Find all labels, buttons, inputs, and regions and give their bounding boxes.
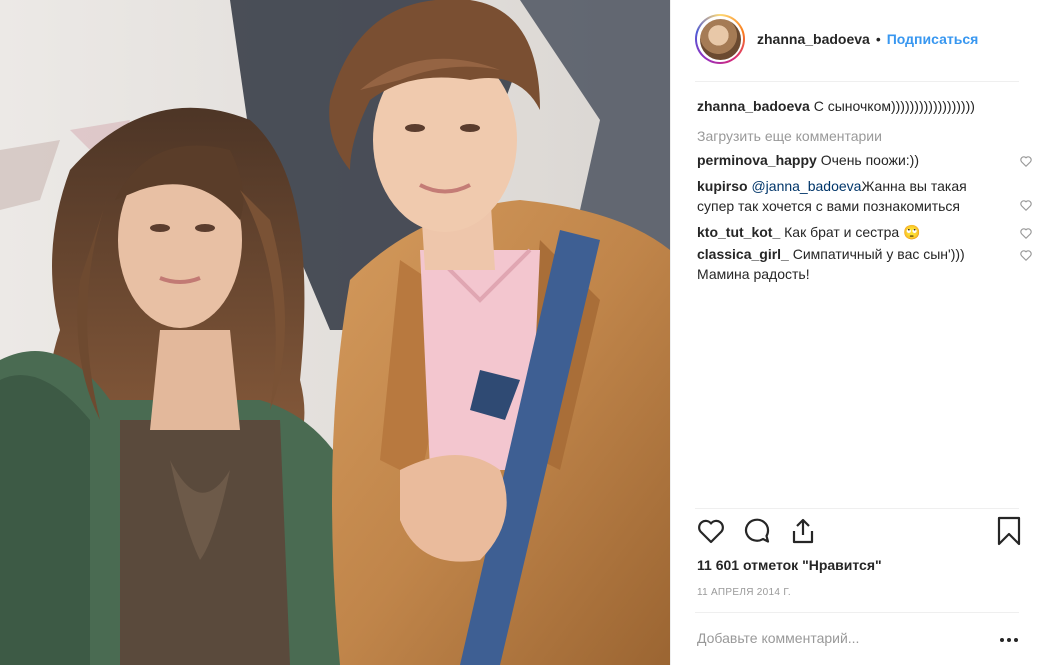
post-photo[interactable] (0, 0, 670, 665)
caption-username[interactable]: zhanna_badoeva (697, 98, 810, 114)
more-icon[interactable] (999, 632, 1019, 648)
follow-button[interactable]: Подписаться (887, 31, 979, 47)
avatar[interactable] (695, 14, 745, 64)
avatar-border (697, 16, 743, 62)
heart-icon[interactable] (695, 515, 727, 547)
post-actions (695, 515, 1025, 555)
comment-username[interactable]: kto_tut_kot_ (697, 224, 780, 240)
load-more-comments-button[interactable]: Загрузить еще комментарии (697, 126, 1027, 146)
comments-list: zhanna_badoeva С сыночком)))))))))))))))… (697, 96, 1032, 284)
comment-username[interactable]: perminova_happy (697, 152, 817, 168)
comment-text: Как брат и сестра 🙄 (784, 224, 921, 240)
share-icon[interactable] (787, 515, 819, 547)
comment-username[interactable]: kupirso (697, 178, 748, 194)
comment-item: classica_girl_ Симпатичный у вас сын')))… (697, 244, 1032, 284)
comment-item: kto_tut_kot_ Как брат и сестра 🙄 (697, 222, 1032, 242)
add-comment-input[interactable] (697, 630, 987, 646)
comment-input-divider (695, 612, 1019, 613)
post-image (0, 0, 670, 665)
bookmark-icon[interactable] (993, 515, 1025, 547)
post-caption: zhanna_badoeva С сыночком)))))))))))))))… (697, 96, 1027, 116)
post-side-panel: zhanna_badoeva • Подписаться zhanna_bado… (670, 0, 1041, 665)
comment-like-icon[interactable] (1019, 154, 1033, 168)
comment-item: perminova_happy Очень поожи:)) (697, 150, 1032, 170)
comment-like-icon[interactable] (1019, 198, 1033, 212)
avatar-image (699, 18, 741, 60)
likes-count[interactable]: 11 601 отметок "Нравится" (697, 557, 882, 573)
comment-item: kupirso @janna_badoevaЖанна вы такая суп… (697, 176, 1032, 216)
comment-username[interactable]: classica_girl_ (697, 246, 789, 262)
comment-icon[interactable] (741, 515, 773, 547)
actions-divider (695, 508, 1019, 509)
header-username[interactable]: zhanna_badoeva (757, 31, 870, 47)
comment-text: Очень поожи:)) (820, 152, 919, 168)
post-header: zhanna_badoeva • Подписаться (671, 0, 1041, 78)
header-divider (695, 81, 1019, 82)
comment-mention[interactable]: @janna_badoeva (751, 178, 861, 194)
comment-like-icon[interactable] (1019, 226, 1033, 240)
comment-like-icon[interactable] (1019, 248, 1033, 262)
post-date[interactable]: 11 апреля 2014 г. (697, 587, 791, 598)
caption-text: С сыночком)))))))))))))))))) (813, 98, 975, 114)
header-separator: • (875, 31, 881, 47)
